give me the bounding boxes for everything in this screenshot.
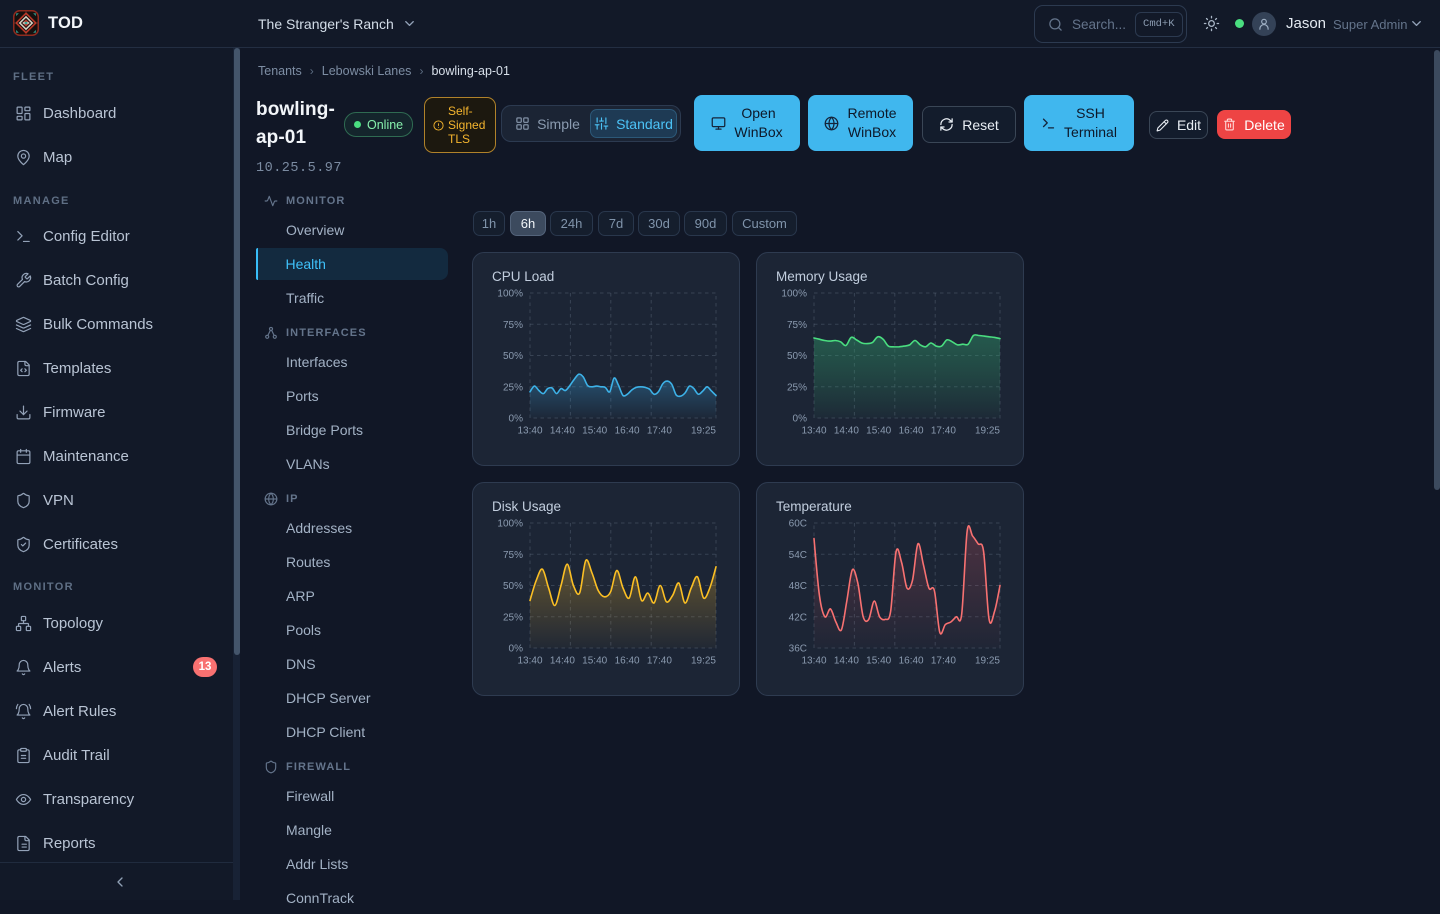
svg-text:50%: 50% (503, 351, 523, 362)
svg-text:36C: 36C (789, 644, 807, 655)
svg-text:50%: 50% (503, 581, 523, 592)
svg-text:17:40: 17:40 (931, 426, 956, 437)
svg-text:19:25: 19:25 (691, 426, 716, 437)
svg-text:19:25: 19:25 (691, 656, 716, 667)
svg-text:13:40: 13:40 (517, 656, 542, 667)
svg-text:17:40: 17:40 (931, 656, 956, 667)
svg-text:19:25: 19:25 (975, 656, 1000, 667)
svg-text:75%: 75% (503, 550, 523, 561)
svg-text:16:40: 16:40 (899, 426, 924, 437)
svg-text:60C: 60C (789, 519, 807, 530)
svg-text:25%: 25% (787, 382, 807, 393)
svg-text:0%: 0% (793, 414, 808, 425)
svg-text:13:40: 13:40 (801, 426, 826, 437)
svg-text:54C: 54C (789, 550, 807, 561)
svg-text:48C: 48C (789, 581, 807, 592)
svg-text:17:40: 17:40 (647, 656, 672, 667)
svg-text:25%: 25% (503, 612, 523, 623)
svg-text:0%: 0% (509, 414, 524, 425)
svg-text:14:40: 14:40 (550, 426, 575, 437)
svg-text:100%: 100% (497, 519, 523, 530)
svg-text:75%: 75% (503, 320, 523, 331)
svg-text:14:40: 14:40 (550, 656, 575, 667)
svg-text:14:40: 14:40 (834, 656, 859, 667)
svg-text:15:40: 15:40 (866, 656, 891, 667)
svg-text:15:40: 15:40 (582, 426, 607, 437)
svg-text:25%: 25% (503, 382, 523, 393)
svg-text:16:40: 16:40 (615, 656, 640, 667)
svg-text:0%: 0% (509, 644, 524, 655)
svg-text:15:40: 15:40 (582, 656, 607, 667)
svg-text:100%: 100% (497, 289, 523, 300)
svg-text:16:40: 16:40 (615, 426, 640, 437)
svg-text:19:25: 19:25 (975, 426, 1000, 437)
svg-text:100%: 100% (781, 289, 807, 300)
svg-text:14:40: 14:40 (834, 426, 859, 437)
svg-text:13:40: 13:40 (517, 426, 542, 437)
svg-text:50%: 50% (787, 351, 807, 362)
svg-text:75%: 75% (787, 320, 807, 331)
svg-text:42C: 42C (789, 612, 807, 623)
svg-text:16:40: 16:40 (899, 656, 924, 667)
svg-text:15:40: 15:40 (866, 426, 891, 437)
svg-text:17:40: 17:40 (647, 426, 672, 437)
svg-text:13:40: 13:40 (801, 656, 826, 667)
